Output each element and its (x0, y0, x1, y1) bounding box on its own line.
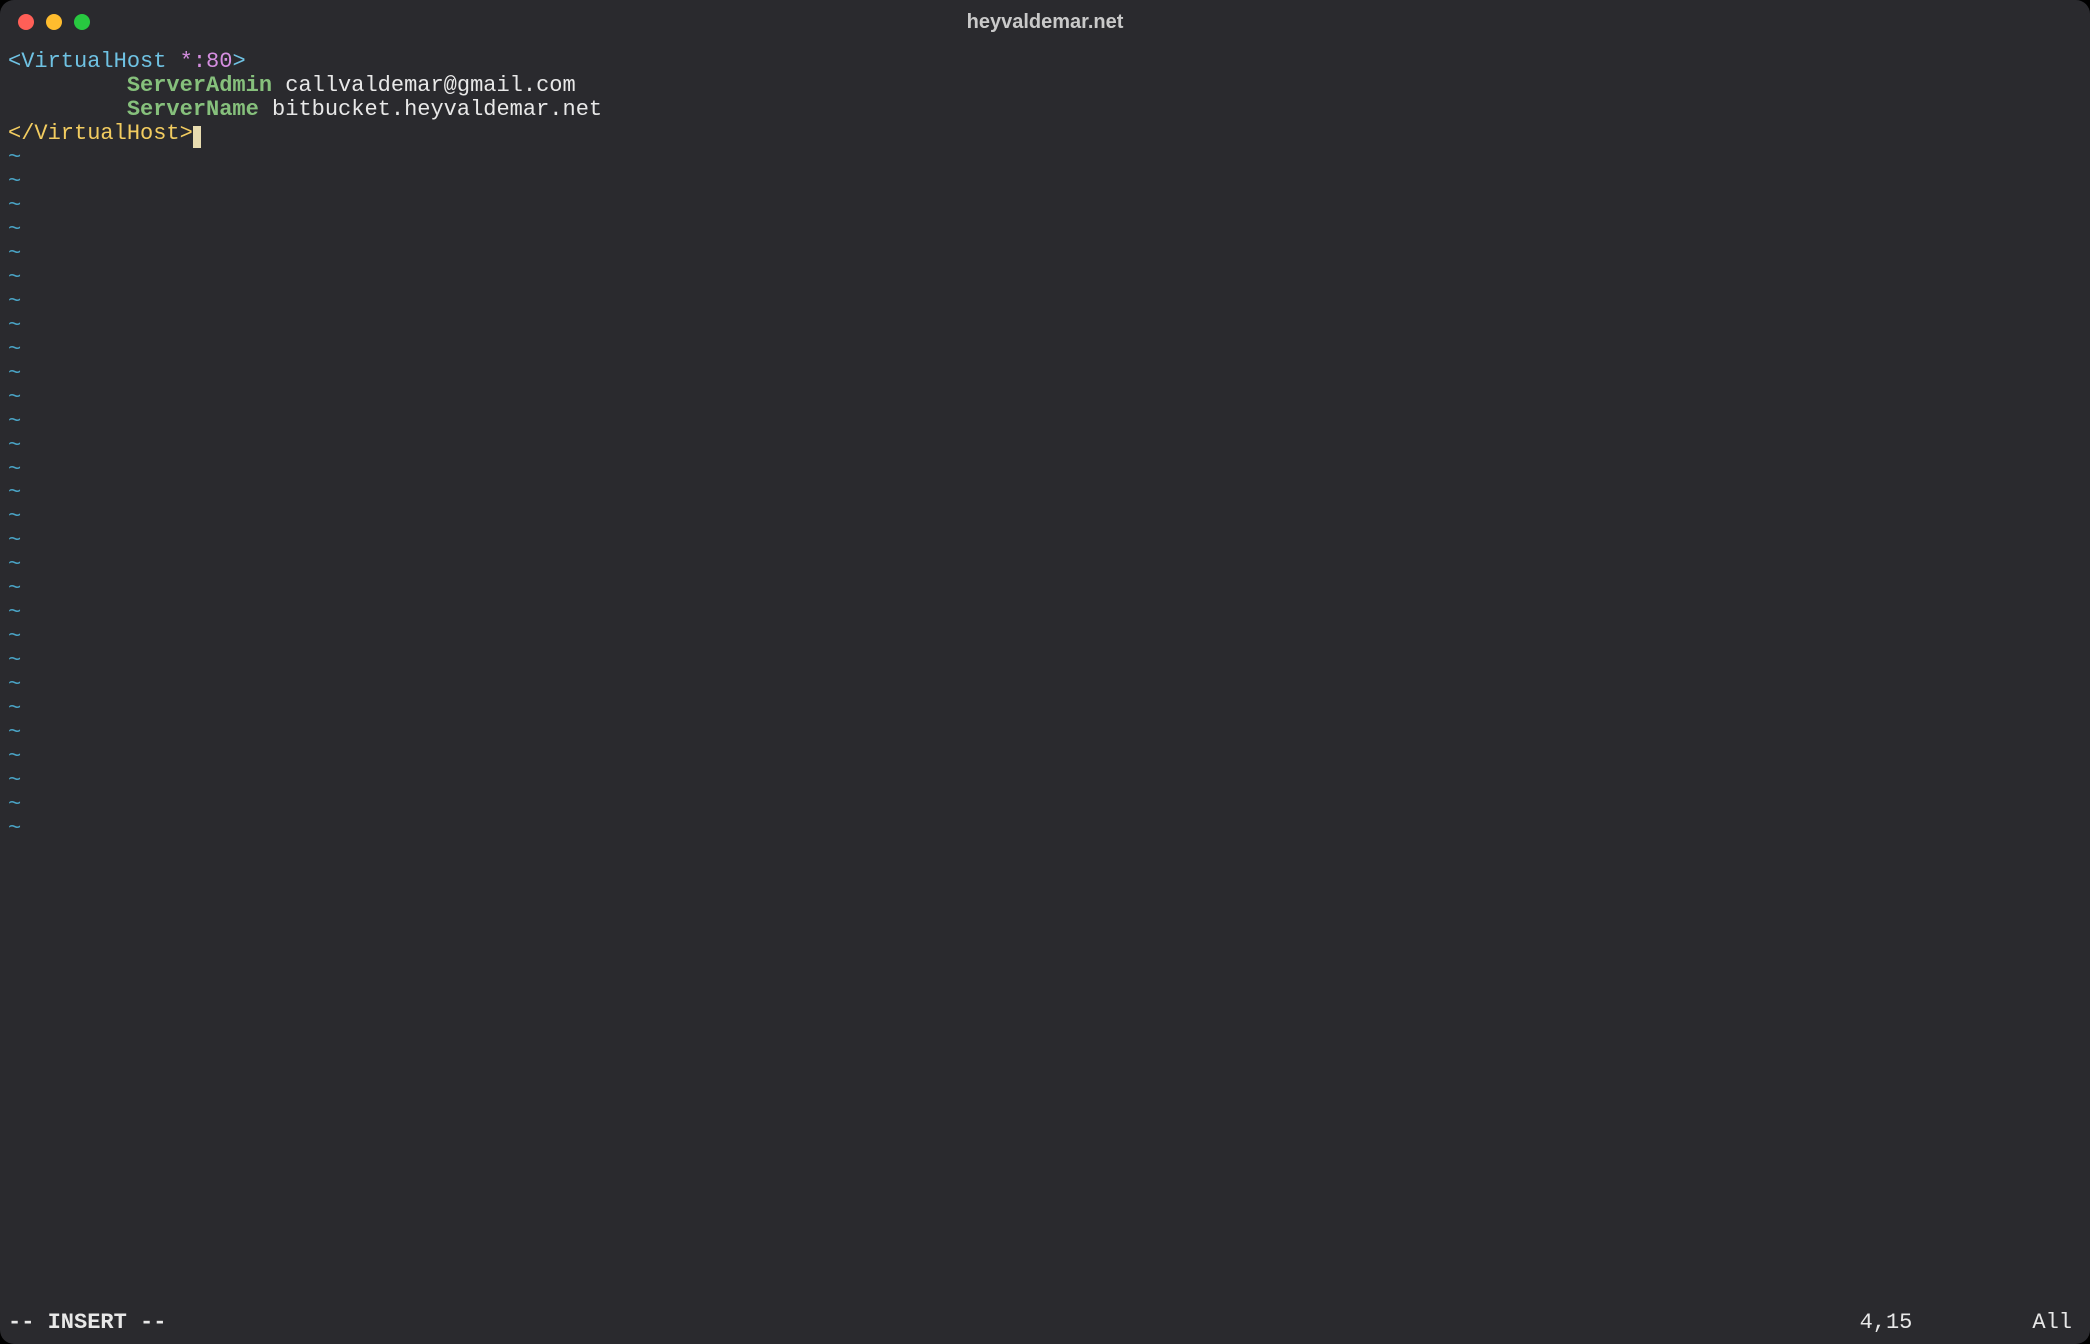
cursor-position: 4,15 (1860, 1310, 1913, 1335)
empty-line-marker: ~ (8, 601, 2082, 625)
empty-line-marker: ~ (8, 362, 2082, 386)
empty-line-marker: ~ (8, 290, 2082, 314)
titlebar: heyvaldemar.net (0, 0, 2090, 44)
window-title: heyvaldemar.net (0, 11, 2090, 34)
editor-line[interactable]: <VirtualHost *:80> (8, 50, 2082, 74)
empty-line-marker: ~ (8, 553, 2082, 577)
code-token: *:80 (180, 49, 233, 74)
scroll-indicator: All (2032, 1310, 2072, 1335)
empty-line-marker: ~ (8, 721, 2082, 745)
code-token: < (8, 49, 21, 74)
code-token (166, 49, 179, 74)
empty-line-marker: ~ (8, 577, 2082, 601)
code-token: callvaldemar@gmail.com (272, 73, 576, 98)
editor-line[interactable]: ServerName bitbucket.heyvaldemar.net (8, 98, 2082, 122)
zoom-icon[interactable] (74, 14, 90, 30)
editor-line[interactable]: </VirtualHost> (8, 122, 2082, 146)
empty-line-marker: ~ (8, 194, 2082, 218)
empty-line-marker: ~ (8, 481, 2082, 505)
code-token: bitbucket.heyvaldemar.net (259, 97, 602, 122)
minimize-icon[interactable] (46, 14, 62, 30)
empty-line-marker: ~ (8, 314, 2082, 338)
empty-line-marker: ~ (8, 410, 2082, 434)
text-cursor (193, 126, 201, 148)
empty-line-marker: ~ (8, 697, 2082, 721)
editor-area[interactable]: <VirtualHost *:80>ServerAdmin callvaldem… (0, 44, 2090, 1306)
empty-line-marker: ~ (8, 338, 2082, 362)
empty-line-marker: ~ (8, 505, 2082, 529)
code-token: VirtualHost (21, 49, 166, 74)
empty-line-marker: ~ (8, 769, 2082, 793)
code-token: </VirtualHost> (8, 121, 193, 146)
mode-indicator: -- INSERT -- (8, 1310, 166, 1335)
empty-line-marker: ~ (8, 386, 2082, 410)
empty-line-marker: ~ (8, 266, 2082, 290)
window-controls (18, 14, 90, 30)
terminal-window: heyvaldemar.net <VirtualHost *:80>Server… (0, 0, 2090, 1344)
empty-line-marker: ~ (8, 673, 2082, 697)
editor-line[interactable]: ServerAdmin callvaldemar@gmail.com (8, 74, 2082, 98)
code-token: ServerName (127, 97, 259, 122)
empty-line-marker: ~ (8, 817, 2082, 841)
code-token: ServerAdmin (127, 73, 272, 98)
empty-line-marker: ~ (8, 793, 2082, 817)
code-token: > (232, 49, 245, 74)
close-icon[interactable] (18, 14, 34, 30)
empty-line-marker: ~ (8, 242, 2082, 266)
empty-line-marker: ~ (8, 745, 2082, 769)
empty-line-marker: ~ (8, 434, 2082, 458)
empty-line-marker: ~ (8, 170, 2082, 194)
empty-line-marker: ~ (8, 625, 2082, 649)
empty-line-marker: ~ (8, 146, 2082, 170)
status-bar: -- INSERT -- 4,15 All (0, 1306, 2090, 1344)
empty-line-marker: ~ (8, 649, 2082, 673)
empty-line-marker: ~ (8, 529, 2082, 553)
empty-line-marker: ~ (8, 458, 2082, 482)
empty-line-marker: ~ (8, 218, 2082, 242)
